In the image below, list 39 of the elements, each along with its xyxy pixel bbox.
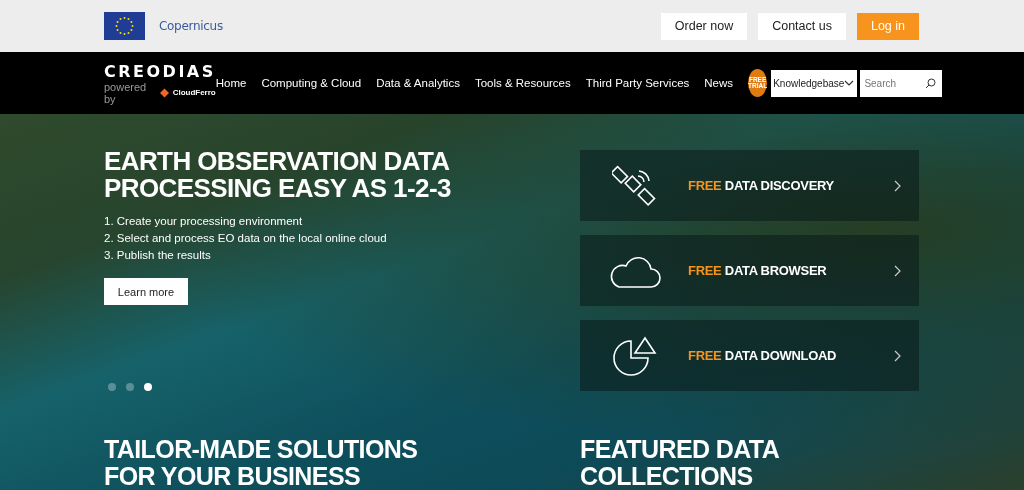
section-heading: FOR YOUR BUSINESS <box>104 462 362 490</box>
slide-dot[interactable] <box>126 383 134 391</box>
section-heading: COLLECTIONS <box>580 462 754 490</box>
header-button[interactable]: Order now <box>660 12 748 40</box>
hero-title: PROCESSING EASY AS 1-2-3 <box>104 175 452 202</box>
search-icon[interactable] <box>925 77 937 89</box>
chevron-right-icon <box>894 179 901 192</box>
knowledgebase-dropdown[interactable]: Knowledgebase <box>771 69 858 97</box>
nav-link[interactable]: Third Party Services <box>585 77 690 89</box>
partner-icon <box>159 87 169 98</box>
pie-chart-icon <box>611 334 657 377</box>
step-text: 1. Create your processing environment <box>104 214 304 229</box>
chevron-right-icon <box>894 349 901 362</box>
step-text: 3. Publish the results <box>104 248 212 263</box>
satellite-icon <box>612 163 656 208</box>
slide-dot[interactable] <box>144 383 152 391</box>
nav-link[interactable]: Home <box>215 77 247 89</box>
search-field[interactable]: Search <box>860 69 943 97</box>
partner-name: CloudFerro <box>172 88 216 97</box>
section-heading: TAILOR-MADE SOLUTIONS <box>104 435 419 463</box>
learn-more-button[interactable]: Learn more <box>104 278 188 305</box>
slide-dot[interactable] <box>108 383 116 391</box>
powered-by-text: powered by <box>104 80 148 105</box>
feature-card[interactable]: FREE DATA DISCOVERY <box>580 150 919 221</box>
nav-link[interactable]: Data & Analytics <box>376 77 460 89</box>
nav-link[interactable]: Computing & Cloud <box>261 77 362 89</box>
hero-title: EARTH OBSERVATION DATA <box>104 148 451 175</box>
header-button[interactable]: Contact us <box>758 12 846 40</box>
partner-logo: Copernicus <box>159 19 223 33</box>
nav-link[interactable]: Tools & Resources <box>474 77 571 89</box>
flag-icon <box>104 12 145 40</box>
brand-logo[interactable]: CREODIAS <box>104 61 216 81</box>
feature-card[interactable]: FREE DATA BROWSER <box>580 235 919 306</box>
nav-link[interactable]: News <box>704 77 734 89</box>
section-heading: FEATURED DATA <box>580 435 781 463</box>
feature-card[interactable]: FREE DATA DOWNLOAD <box>580 320 919 391</box>
chevron-right-icon <box>894 264 901 277</box>
step-text: 2. Select and process EO data on the local online cloud <box>104 231 388 246</box>
chevron-down-icon <box>844 80 855 86</box>
